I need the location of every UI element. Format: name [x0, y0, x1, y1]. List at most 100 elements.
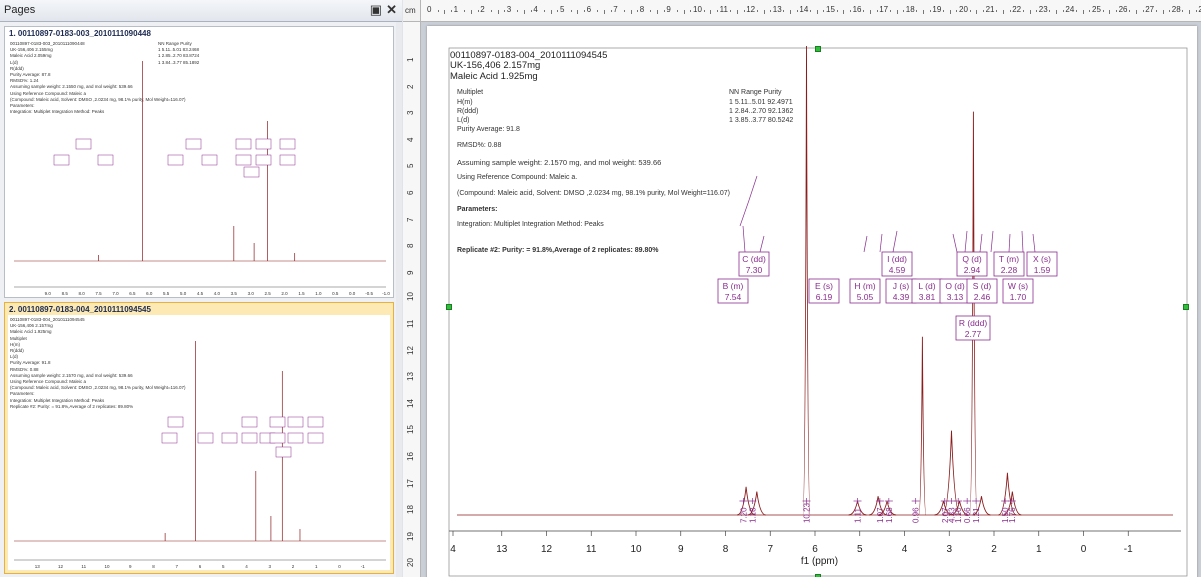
ruler-minor-tick — [730, 10, 732, 12]
ruler-tick-label: 13 — [772, 5, 782, 14]
ruler-minor-tick — [1082, 10, 1084, 14]
ruler-minor-tick — [690, 10, 692, 12]
thumbnail-label-box — [97, 154, 114, 166]
ruler-minor-tick — [657, 10, 659, 14]
multiplet-name: I (dd) — [887, 254, 907, 264]
ruler-minor-tick — [796, 10, 798, 12]
multiplet-name: Q (d) — [962, 254, 982, 264]
thumbnail-tick-label: 3 — [268, 564, 271, 569]
ruler-minor-tick — [550, 10, 552, 14]
ruler-minor-tick — [889, 10, 891, 12]
selection-handle[interactable] — [1183, 304, 1189, 310]
ruler-minor-tick — [943, 10, 945, 12]
x-tick-label: 8 — [723, 544, 729, 555]
thumbnail-label-box — [269, 416, 286, 428]
ruler-tick-label: 13 — [406, 372, 415, 382]
multiplet-name: J (s) — [893, 281, 910, 291]
ruler-minor-tick — [876, 10, 878, 12]
ruler-tick-label: 19 — [932, 5, 942, 14]
thumbnail-tick-label: -1.0 — [382, 291, 390, 296]
ruler-tick-label: 3 — [406, 110, 415, 116]
ruler-minor-tick — [477, 10, 479, 12]
ruler-tick-label: 14 — [799, 5, 809, 14]
x-tick-label: 7 — [767, 544, 773, 555]
thumbnail-tick-label: 13 — [35, 564, 41, 569]
thumbnail-tick-label: 0.5 — [332, 291, 339, 296]
ruler-minor-tick — [637, 10, 639, 12]
thumbnail-tick-label: 4.5 — [197, 291, 204, 296]
multiplet-pointer — [1021, 230, 1024, 253]
ruler-minor-tick — [597, 10, 599, 12]
selection-handle[interactable] — [815, 46, 821, 52]
multiplet-pointer — [879, 233, 883, 253]
app-window: Pages ▣ ✕ 1. 00110897-0183-003_201011109… — [0, 0, 1201, 577]
ruler-tick-label: 9 — [666, 5, 671, 14]
multiplet-shift: 4.39 — [893, 292, 910, 302]
x-tick-label: 6 — [812, 544, 818, 555]
vertical-ruler[interactable]: 123456789101112131415161718192021 — [403, 22, 421, 577]
ruler-minor-tick — [810, 10, 812, 12]
multiplet-pointer — [1008, 233, 1011, 253]
ruler-minor-tick — [743, 10, 745, 12]
ruler-minor-tick — [683, 10, 685, 14]
multiplet-pointer — [892, 230, 898, 253]
thumbnail-label-box — [185, 138, 202, 150]
thumbnail-label-box — [53, 154, 70, 166]
page-thumbnail-1[interactable]: 1. 00110897-0183-003_2010111090448 00110… — [4, 26, 394, 298]
ruler-minor-tick — [929, 10, 931, 12]
multiplet-shift: 6.19 — [816, 292, 833, 302]
ruler-tick-label: 20 — [959, 5, 968, 14]
thumbnail-tick-label: 1.5 — [298, 291, 305, 296]
document-page: 00110897-0183-004_2010111094545 UK-156,4… — [427, 26, 1197, 577]
ruler-minor-tick — [610, 10, 612, 12]
ruler-tick-label: 23 — [1038, 5, 1048, 14]
pages-scrollbar[interactable] — [396, 22, 402, 577]
selection-handle[interactable] — [446, 304, 452, 310]
ruler-minor-tick — [1076, 10, 1078, 12]
thumbnail-tick-label: 10 — [104, 564, 110, 569]
ruler-tick-label: 3 — [506, 5, 512, 14]
ruler-tick-label: 16 — [852, 5, 862, 14]
ruler-tick-label: 4 — [406, 137, 415, 142]
integral-value: 1.76 — [1008, 507, 1017, 523]
ruler-minor-tick — [956, 10, 958, 12]
ruler-tick-label: 22 — [1012, 5, 1022, 14]
ruler-tick-label: 9 — [406, 270, 415, 275]
ruler-tick-label: 17 — [879, 5, 889, 14]
thumbnail-tick-label: 11 — [81, 564, 86, 569]
multiplet-pointer — [979, 233, 983, 253]
multiplet-name: H (m) — [854, 281, 875, 291]
thumbnail-preview: 00110897-0183-003_2010111090448 UK-156,40… — [8, 39, 390, 296]
thumbnail-tick-label: 5.5 — [163, 291, 170, 296]
thumbnail-label-box — [255, 154, 272, 166]
thumbnail-label-box — [269, 432, 286, 444]
horizontal-ruler[interactable]: 0 1 2 3 4 5 6 7 8 9 10 11 12 13 14 15 16 17 18 19 20 21 22 23 24… — [421, 0, 1201, 22]
ruler-tick-label: 1 — [406, 57, 415, 62]
integral-value: 1.11 — [854, 507, 863, 523]
close-icon[interactable]: ✕ — [386, 2, 397, 18]
ruler-tick-label: 12 — [746, 5, 756, 14]
spectrum-peak — [918, 336, 927, 516]
ruler-minor-tick — [497, 10, 499, 14]
nmr-spectrum-chart[interactable]: 4 13 12 11 10 9 8 7 6 5 4 3 2 1 0 -1f1 (ppm)7.20 1.18 10.… — [427, 26, 1197, 577]
integral-value: 1.18 — [748, 507, 757, 523]
ruler-minor-tick — [763, 10, 765, 14]
thumbnail-tick-label: 4 — [245, 564, 248, 569]
x-tick-label: 5 — [857, 544, 863, 555]
x-tick-label: 3 — [946, 544, 952, 555]
thumbnail-label-box — [279, 154, 296, 166]
ruler-minor-tick — [544, 10, 546, 12]
x-tick-label: 12 — [541, 544, 553, 555]
page-thumbnail-2[interactable]: 2. 00110897-0183-004_2010111094545 00110… — [4, 302, 394, 574]
integral-value: 10.23 — [802, 502, 811, 523]
thumbnail-tick-label: 9 — [129, 564, 132, 569]
pin-icon[interactable]: ▣ — [370, 2, 382, 18]
thumbnail-tick-label: -1 — [361, 564, 365, 569]
ruler-tick-label: 8 — [406, 243, 415, 249]
multiplet-shift: 1.70 — [1010, 292, 1027, 302]
ruler-minor-tick — [896, 10, 898, 14]
ruler-minor-tick — [570, 10, 572, 12]
x-tick-label: 13 — [496, 544, 508, 555]
ruler-tick-label: 16 — [406, 452, 415, 461]
ruler-minor-tick — [969, 10, 971, 12]
